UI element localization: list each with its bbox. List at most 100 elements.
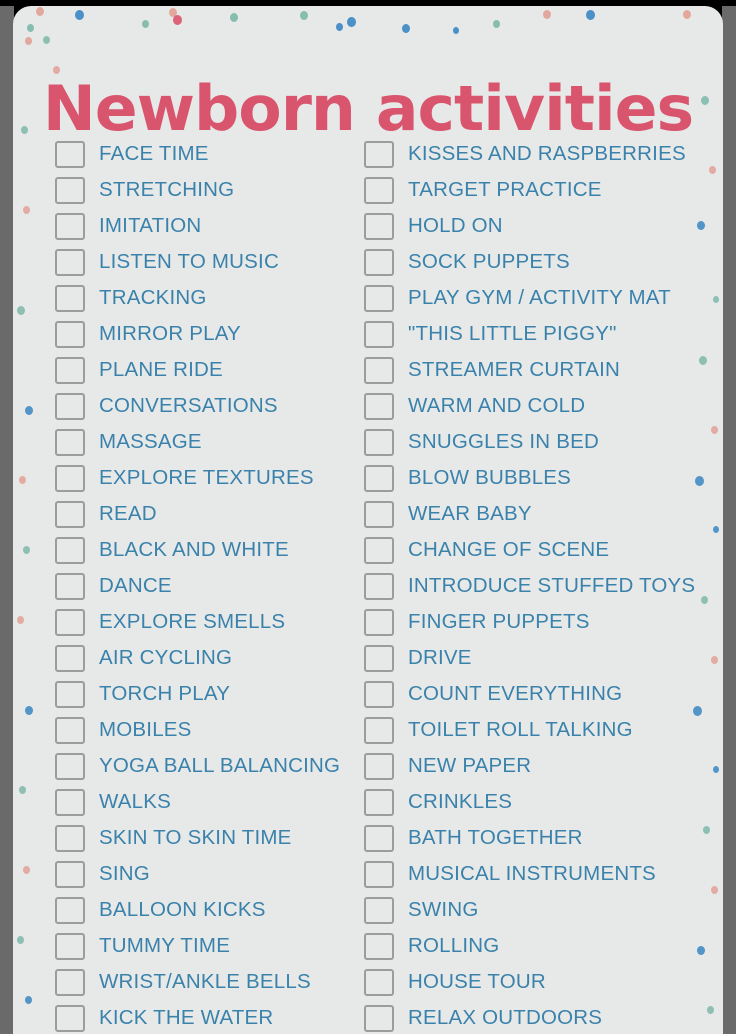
checkbox-icon[interactable]: [55, 788, 85, 816]
checkbox-icon[interactable]: [364, 644, 394, 672]
checklist-row[interactable]: WARM AND COLD: [364, 388, 723, 424]
checkbox-icon[interactable]: [364, 320, 394, 348]
checkbox-icon[interactable]: [364, 788, 394, 816]
checkbox-icon[interactable]: [364, 356, 394, 384]
checklist-row[interactable]: BATH TOGETHER: [364, 820, 723, 856]
checkbox-icon[interactable]: [364, 680, 394, 708]
checkbox-icon[interactable]: [55, 1004, 85, 1032]
checklist-row[interactable]: SNUGGLES IN BED: [364, 424, 723, 460]
checklist-row[interactable]: BALLOON KICKS: [55, 892, 353, 928]
checkbox-icon[interactable]: [55, 140, 85, 168]
checkbox-icon[interactable]: [364, 248, 394, 276]
checkbox-icon[interactable]: [55, 392, 85, 420]
checklist-row[interactable]: RELAX OUTDOORS: [364, 1000, 723, 1034]
checklist-row[interactable]: TARGET PRACTICE: [364, 172, 723, 208]
checklist-row[interactable]: LISTEN TO MUSIC: [55, 244, 353, 280]
checkbox-icon[interactable]: [55, 752, 85, 780]
checkbox-icon[interactable]: [55, 428, 85, 456]
checkbox-icon[interactable]: [364, 500, 394, 528]
checklist-row[interactable]: WALKS: [55, 784, 353, 820]
checklist-row[interactable]: "THIS LITTLE PIGGY": [364, 316, 723, 352]
checklist-row[interactable]: INTRODUCE STUFFED TOYS: [364, 568, 723, 604]
checklist-row[interactable]: YOGA BALL BALANCING: [55, 748, 353, 784]
checkbox-icon[interactable]: [55, 176, 85, 204]
checkbox-icon[interactable]: [55, 248, 85, 276]
checkbox-icon[interactable]: [364, 752, 394, 780]
checklist-row[interactable]: WEAR BABY: [364, 496, 723, 532]
checkbox-icon[interactable]: [55, 212, 85, 240]
checklist-row[interactable]: WRIST/ANKLE BELLS: [55, 964, 353, 1000]
checklist-row[interactable]: HOLD ON: [364, 208, 723, 244]
checkbox-icon[interactable]: [364, 824, 394, 852]
checklist-row[interactable]: EXPLORE SMELLS: [55, 604, 353, 640]
checklist-row[interactable]: TOILET ROLL TALKING: [364, 712, 723, 748]
checkbox-icon[interactable]: [364, 572, 394, 600]
checkbox-icon[interactable]: [364, 176, 394, 204]
checkbox-icon[interactable]: [55, 320, 85, 348]
checkbox-icon[interactable]: [364, 284, 394, 312]
checklist-row[interactable]: CRINKLES: [364, 784, 723, 820]
checkbox-icon[interactable]: [55, 896, 85, 924]
checkbox-icon[interactable]: [55, 284, 85, 312]
checkbox-icon[interactable]: [55, 680, 85, 708]
checklist-row[interactable]: MASSAGE: [55, 424, 353, 460]
checklist-row[interactable]: FACE TIME: [55, 136, 353, 172]
checklist-row[interactable]: AIR CYCLING: [55, 640, 353, 676]
checklist-row[interactable]: MIRROR PLAY: [55, 316, 353, 352]
checklist-row[interactable]: STRETCHING: [55, 172, 353, 208]
checklist-row[interactable]: ROLLING: [364, 928, 723, 964]
checkbox-icon[interactable]: [364, 608, 394, 636]
checklist-row[interactable]: CONVERSATIONS: [55, 388, 353, 424]
checklist-row[interactable]: BLACK AND WHITE: [55, 532, 353, 568]
checkbox-icon[interactable]: [55, 860, 85, 888]
checkbox-icon[interactable]: [364, 860, 394, 888]
checkbox-icon[interactable]: [55, 932, 85, 960]
checklist-row[interactable]: SWING: [364, 892, 723, 928]
checklist-row[interactable]: FINGER PUPPETS: [364, 604, 723, 640]
checklist-row[interactable]: COUNT EVERYTHING: [364, 676, 723, 712]
checkbox-icon[interactable]: [55, 500, 85, 528]
checkbox-icon[interactable]: [55, 356, 85, 384]
checkbox-icon[interactable]: [55, 968, 85, 996]
checklist-row[interactable]: SKIN TO SKIN TIME: [55, 820, 353, 856]
checklist-row[interactable]: KISSES AND RASPBERRIES: [364, 136, 723, 172]
checkbox-icon[interactable]: [364, 896, 394, 924]
checkbox-icon[interactable]: [364, 932, 394, 960]
checkbox-icon[interactable]: [364, 464, 394, 492]
checkbox-icon[interactable]: [364, 428, 394, 456]
checklist-row[interactable]: STREAMER CURTAIN: [364, 352, 723, 388]
checklist-row[interactable]: DANCE: [55, 568, 353, 604]
checkbox-icon[interactable]: [364, 536, 394, 564]
checkbox-icon[interactable]: [364, 968, 394, 996]
checklist-row[interactable]: TORCH PLAY: [55, 676, 353, 712]
checklist-row[interactable]: TRACKING: [55, 280, 353, 316]
checkbox-icon[interactable]: [55, 644, 85, 672]
checklist-row[interactable]: SOCK PUPPETS: [364, 244, 723, 280]
checklist-row[interactable]: PLANE RIDE: [55, 352, 353, 388]
checklist-row[interactable]: MOBILES: [55, 712, 353, 748]
checklist-row[interactable]: EXPLORE TEXTURES: [55, 460, 353, 496]
checkbox-icon[interactable]: [364, 140, 394, 168]
checkbox-icon[interactable]: [364, 716, 394, 744]
checklist-row[interactable]: SING: [55, 856, 353, 892]
checkbox-icon[interactable]: [364, 392, 394, 420]
checkbox-icon[interactable]: [55, 536, 85, 564]
checkbox-icon[interactable]: [55, 608, 85, 636]
checklist-row[interactable]: IMITATION: [55, 208, 353, 244]
checklist-row[interactable]: KICK THE WATER: [55, 1000, 353, 1034]
checkbox-icon[interactable]: [364, 1004, 394, 1032]
checklist-row[interactable]: CHANGE OF SCENE: [364, 532, 723, 568]
checkbox-icon[interactable]: [364, 212, 394, 240]
checkbox-icon[interactable]: [55, 572, 85, 600]
checklist-row[interactable]: BLOW BUBBLES: [364, 460, 723, 496]
checkbox-icon[interactable]: [55, 824, 85, 852]
checkbox-icon[interactable]: [55, 464, 85, 492]
checklist-row[interactable]: MUSICAL INSTRUMENTS: [364, 856, 723, 892]
checklist-row[interactable]: NEW PAPER: [364, 748, 723, 784]
checklist-row[interactable]: DRIVE: [364, 640, 723, 676]
checklist-row[interactable]: PLAY GYM / ACTIVITY MAT: [364, 280, 723, 316]
checkbox-icon[interactable]: [55, 716, 85, 744]
checklist-row[interactable]: TUMMY TIME: [55, 928, 353, 964]
checklist-row[interactable]: HOUSE TOUR: [364, 964, 723, 1000]
checklist-row[interactable]: READ: [55, 496, 353, 532]
